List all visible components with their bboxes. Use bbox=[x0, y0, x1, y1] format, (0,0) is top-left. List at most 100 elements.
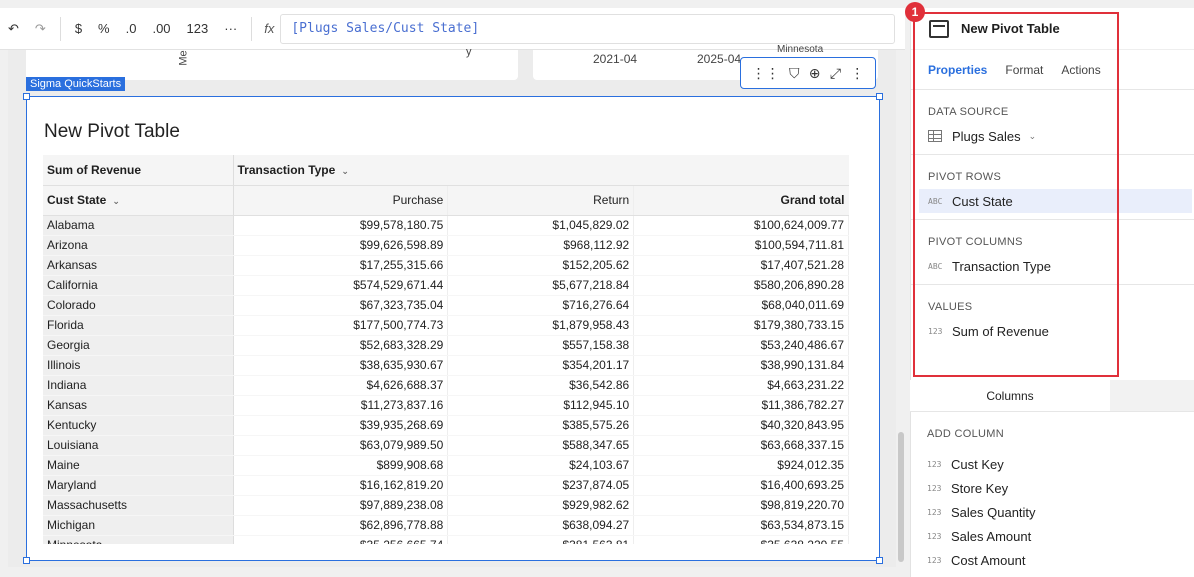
resize-handle[interactable] bbox=[23, 93, 30, 100]
return-cell[interactable]: $588,347.65 bbox=[447, 435, 635, 456]
table-row[interactable]: Florida $177,500,774.73 $1,879,958.43 $179,… bbox=[43, 315, 849, 336]
column-header-purchase[interactable]: Purchase bbox=[233, 185, 449, 216]
row-header-cell[interactable]: Alabama bbox=[43, 215, 234, 236]
purchase-cell[interactable]: $52,683,328.29 bbox=[233, 335, 449, 356]
row-header-cell[interactable]: California bbox=[43, 275, 234, 296]
row-header-cell[interactable]: Maine bbox=[43, 455, 234, 476]
return-cell[interactable]: $112,945.10 bbox=[447, 395, 635, 416]
row-header-cell[interactable]: Kansas bbox=[43, 395, 234, 416]
grand-total-cell[interactable]: $924,012.35 bbox=[633, 455, 849, 476]
purchase-cell[interactable]: $63,079,989.50 bbox=[233, 435, 449, 456]
grand-total-cell[interactable]: $4,663,231.22 bbox=[633, 375, 849, 396]
column-header-return[interactable]: Return bbox=[447, 185, 635, 216]
drag-handle-icon[interactable]: ⋮⋮ bbox=[752, 65, 780, 82]
return-cell[interactable]: $354,201.17 bbox=[447, 355, 635, 376]
table-row[interactable]: Massachusetts $97,889,238.08 $929,982.62 $9… bbox=[43, 495, 849, 516]
table-row[interactable]: Illinois $38,635,930.67 $354,201.17 $38,990… bbox=[43, 355, 849, 376]
table-row[interactable]: Kansas $11,273,837.16 $112,945.10 $11,386,7… bbox=[43, 395, 849, 416]
vertical-scrollbar[interactable] bbox=[898, 432, 904, 562]
chevron-down-icon[interactable]: ⌄ bbox=[112, 196, 120, 206]
add-column-item[interactable]: 123 Sales Quantity bbox=[910, 500, 1194, 524]
purchase-cell[interactable]: $39,935,268.69 bbox=[233, 415, 449, 436]
number-format-dropdown[interactable]: 123 bbox=[179, 8, 217, 50]
grand-total-cell[interactable]: $100,624,009.77 bbox=[633, 215, 849, 236]
undo-icon[interactable]: ↶ bbox=[0, 8, 27, 50]
table-row[interactable]: Georgia $52,683,328.29 $557,158.38 $53,240,… bbox=[43, 335, 849, 356]
filter-icon[interactable]: ⛉ bbox=[789, 65, 800, 82]
row-header-cell[interactable]: Kentucky bbox=[43, 415, 234, 436]
grand-total-cell[interactable]: $16,400,693.25 bbox=[633, 475, 849, 496]
table-row[interactable]: Colorado $67,323,735.04 $716,276.64 $68,040… bbox=[43, 295, 849, 316]
pivot-table-element[interactable]: New Pivot Table Sum of Revenue Transacti… bbox=[23, 93, 883, 564]
purchase-cell[interactable]: $67,323,735.04 bbox=[233, 295, 449, 316]
table-row[interactable]: Michigan $62,896,778.88 $638,094.27 $63,534… bbox=[43, 515, 849, 536]
return-cell[interactable]: $36,542.86 bbox=[447, 375, 635, 396]
table-row[interactable]: California $574,529,671.44 $5,677,218.84 $5… bbox=[43, 275, 849, 296]
purchase-cell[interactable]: $899,908.68 bbox=[233, 455, 449, 476]
purchase-cell[interactable]: $62,896,778.88 bbox=[233, 515, 449, 536]
row-header-cell[interactable]: Illinois bbox=[43, 355, 234, 376]
chevron-down-icon[interactable]: ⌄ bbox=[341, 166, 349, 176]
formula-bar[interactable]: [Plugs Sales/Cust State] bbox=[280, 13, 895, 44]
row-header-cell[interactable]: Indiana bbox=[43, 375, 234, 396]
increase-decimals-button[interactable]: .00 bbox=[144, 8, 178, 50]
purchase-cell[interactable]: $177,500,774.73 bbox=[233, 315, 449, 336]
purchase-cell[interactable]: $35,256,665.74 bbox=[233, 535, 449, 544]
return-cell[interactable]: $716,276.64 bbox=[447, 295, 635, 316]
add-column-item[interactable]: 123 Cost Amount bbox=[910, 548, 1194, 572]
column-header-grand-total[interactable]: Grand total bbox=[633, 185, 849, 216]
purchase-cell[interactable]: $17,255,315.66 bbox=[233, 255, 449, 276]
add-column-item[interactable]: 123 Store Key bbox=[910, 476, 1194, 500]
resize-handle[interactable] bbox=[876, 93, 883, 100]
grand-total-cell[interactable]: $100,594,711.81 bbox=[633, 235, 849, 256]
add-column-item[interactable]: 123 Cust Key bbox=[910, 452, 1194, 476]
purchase-cell[interactable]: $38,635,930.67 bbox=[233, 355, 449, 376]
table-row[interactable]: Alabama $99,578,180.75 $1,045,829.02 $100,6… bbox=[43, 215, 849, 236]
return-cell[interactable]: $5,677,218.84 bbox=[447, 275, 635, 296]
return-cell[interactable]: $381,563.81 bbox=[447, 535, 635, 544]
column-group-header[interactable]: Transaction Type ⌄ bbox=[233, 155, 849, 186]
grand-total-cell[interactable]: $38,990,131.84 bbox=[633, 355, 849, 376]
decrease-decimals-button[interactable]: .0 bbox=[118, 8, 145, 50]
redo-icon[interactable]: ↷ bbox=[27, 8, 54, 50]
row-header-cell[interactable]: Massachusetts bbox=[43, 495, 234, 516]
grand-total-cell[interactable]: $98,819,220.70 bbox=[633, 495, 849, 516]
table-row[interactable]: Indiana $4,626,688.37 $36,542.86 $4,663,231… bbox=[43, 375, 849, 396]
grand-total-cell[interactable]: $63,668,337.15 bbox=[633, 435, 849, 456]
row-header-cell[interactable]: Arizona bbox=[43, 235, 234, 256]
grand-total-cell[interactable]: $40,320,843.95 bbox=[633, 415, 849, 436]
grand-total-cell[interactable]: $580,206,890.28 bbox=[633, 275, 849, 296]
row-header-cell[interactable]: Louisiana bbox=[43, 435, 234, 456]
row-header-cell[interactable]: Georgia bbox=[43, 335, 234, 356]
resize-handle[interactable] bbox=[23, 557, 30, 564]
add-chart-icon[interactable]: ⊕ bbox=[809, 65, 821, 82]
purchase-cell[interactable]: $11,273,837.16 bbox=[233, 395, 449, 416]
table-row[interactable]: Maryland $16,162,819.20 $237,874.05 $16,400… bbox=[43, 475, 849, 496]
return-cell[interactable]: $385,575.26 bbox=[447, 415, 635, 436]
return-cell[interactable]: $557,158.38 bbox=[447, 335, 635, 356]
resize-handle[interactable] bbox=[876, 557, 883, 564]
grand-total-cell[interactable]: $17,407,521.28 bbox=[633, 255, 849, 276]
row-field-header[interactable]: Cust State ⌄ bbox=[43, 185, 234, 216]
grand-total-cell[interactable]: $179,380,733.15 bbox=[633, 315, 849, 336]
return-cell[interactable]: $237,874.05 bbox=[447, 475, 635, 496]
add-column-item[interactable]: 123 Sales Amount bbox=[910, 524, 1194, 548]
grand-total-cell[interactable]: $53,240,486.67 bbox=[633, 335, 849, 356]
purchase-cell[interactable]: $99,626,598.89 bbox=[233, 235, 449, 256]
return-cell[interactable]: $968,112.92 bbox=[447, 235, 635, 256]
purchase-cell[interactable]: $99,578,180.75 bbox=[233, 215, 449, 236]
grand-total-cell[interactable]: $35,638,229.55 bbox=[633, 535, 849, 544]
row-header-cell[interactable]: Colorado bbox=[43, 295, 234, 316]
table-row[interactable]: Maine $899,908.68 $24,103.67 $924,012.35 bbox=[43, 455, 849, 476]
pivot-title[interactable]: New Pivot Table bbox=[44, 121, 180, 143]
return-cell[interactable]: $152,205.62 bbox=[447, 255, 635, 276]
return-cell[interactable]: $1,045,829.02 bbox=[447, 215, 635, 236]
currency-format-button[interactable]: $ bbox=[67, 8, 90, 50]
grand-total-cell[interactable]: $68,040,011.69 bbox=[633, 295, 849, 316]
purchase-cell[interactable]: $16,162,819.20 bbox=[233, 475, 449, 496]
chart-card-partial[interactable]: Me y bbox=[26, 46, 518, 80]
purchase-cell[interactable]: $97,889,238.08 bbox=[233, 495, 449, 516]
table-row[interactable]: Minnesota$35,256,665.74$381,563.81$35,63… bbox=[43, 535, 849, 544]
row-header-cell[interactable]: Arkansas bbox=[43, 255, 234, 276]
return-cell[interactable]: $1,879,958.43 bbox=[447, 315, 635, 336]
